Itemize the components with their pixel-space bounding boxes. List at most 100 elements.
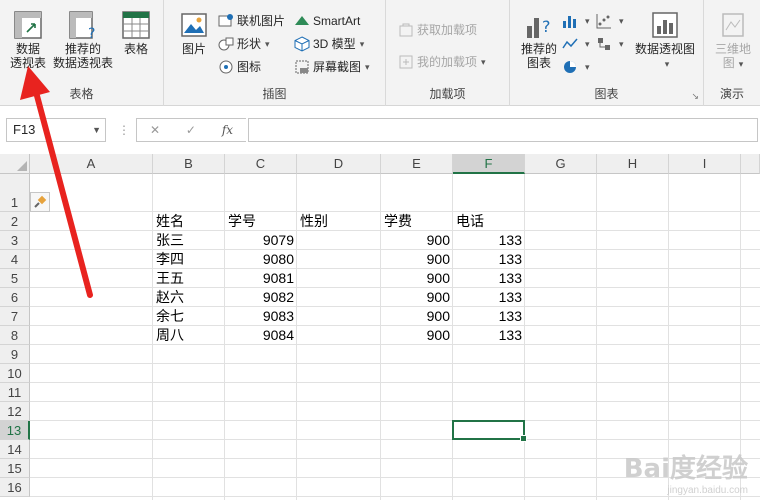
cell-value[interactable]: 900: [381, 307, 453, 326]
pivot-chart-button[interactable]: 数据透视图 ▾: [632, 10, 698, 71]
formula-bar-grip-icon[interactable]: ⋮: [118, 123, 130, 137]
column-header-a[interactable]: A: [30, 154, 153, 174]
pivot-table-button[interactable]: 数据 透视表: [8, 10, 48, 70]
cell-text[interactable]: 姓名: [153, 212, 225, 231]
pie-chart-icon: [564, 61, 576, 73]
cell-value[interactable]: 133: [453, 269, 525, 288]
selected-cell-border[interactable]: [452, 420, 527, 442]
column-header-i[interactable]: I: [669, 154, 741, 174]
cell-value[interactable]: 9082: [225, 288, 297, 307]
online-picture-icon: [218, 14, 233, 27]
icons-icon: [219, 60, 233, 74]
hierarchy-chart-button[interactable]: ▾: [596, 34, 624, 54]
column-header-g[interactable]: G: [525, 154, 597, 174]
recommended-pivot-icon: ?: [69, 11, 95, 40]
scatter-chart-button[interactable]: ▾: [596, 11, 624, 31]
row-header-6[interactable]: 6: [0, 288, 30, 307]
cell-value[interactable]: 900: [381, 288, 453, 307]
name-box[interactable]: F13 ▼: [6, 118, 106, 142]
recommended-pivot-button[interactable]: ? 推荐的 数据透视表: [50, 10, 116, 70]
pivot-chart-label: 数据透视图: [634, 42, 695, 56]
cell-value[interactable]: 900: [381, 326, 453, 345]
line-chart-icon: [562, 38, 578, 49]
row-header-16[interactable]: 16: [0, 478, 30, 497]
pictures-button[interactable]: 图片: [176, 10, 212, 56]
smartart-button[interactable]: SmartArt: [294, 11, 360, 31]
bar-chart-button[interactable]: ▾: [562, 11, 590, 31]
chevron-down-icon: ▾: [664, 59, 670, 69]
icons-button[interactable]: 图标: [218, 57, 261, 77]
row-header-9[interactable]: 9: [0, 345, 30, 364]
chevron-down-icon[interactable]: ▼: [92, 119, 101, 141]
recommended-charts-button[interactable]: ? 推荐的 图表: [518, 10, 560, 70]
my-addins-button[interactable]: 我的加载项 ▾: [398, 52, 486, 72]
cell-text[interactable]: 李四: [153, 250, 225, 269]
formula-input[interactable]: [248, 118, 758, 142]
online-pictures-button[interactable]: 联机图片: [218, 11, 285, 31]
cell-text[interactable]: 张三: [153, 231, 225, 250]
column-header-h[interactable]: H: [597, 154, 669, 174]
cell-text[interactable]: 赵六: [153, 288, 225, 307]
cell-text[interactable]: 学号: [225, 212, 297, 231]
row-header-5[interactable]: 5: [0, 269, 30, 288]
cell-text[interactable]: 余七: [153, 307, 225, 326]
table-button[interactable]: 表格: [118, 10, 154, 56]
line-chart-button[interactable]: ▾: [562, 34, 590, 54]
row-header-3[interactable]: 3: [0, 231, 30, 250]
cancel-icon[interactable]: ✕: [150, 123, 160, 137]
row-header-2[interactable]: 2: [0, 212, 30, 231]
column-header-d[interactable]: D: [297, 154, 381, 174]
column-header-c[interactable]: C: [225, 154, 297, 174]
row-header-11[interactable]: 11: [0, 383, 30, 402]
cell-value[interactable]: 900: [381, 231, 453, 250]
screenshot-button[interactable]: 屏幕截图 ▾: [294, 57, 370, 77]
column-header-e[interactable]: E: [381, 154, 453, 174]
hierarchy-chart-icon: [598, 38, 610, 50]
row-header-14[interactable]: 14: [0, 440, 30, 459]
cell-text[interactable]: 周八: [153, 326, 225, 345]
cell-text[interactable]: 学费: [381, 212, 453, 231]
row-header-15[interactable]: 15: [0, 459, 30, 478]
pie-chart-button[interactable]: ▾: [562, 57, 590, 77]
row-header-10[interactable]: 10: [0, 364, 30, 383]
cell-value[interactable]: 9079: [225, 231, 297, 250]
cell-text[interactable]: 性别: [297, 212, 381, 231]
addins-icon: [399, 55, 413, 69]
cell-value[interactable]: 900: [381, 250, 453, 269]
recommended-pivot-label-2: 数据透视表: [52, 56, 113, 70]
cell-value[interactable]: 133: [453, 231, 525, 250]
get-addins-button[interactable]: 获取加载项: [398, 20, 477, 40]
dialog-launcher-icon[interactable]: ↘: [691, 91, 699, 102]
recommended-charts-label-1: 推荐的: [520, 42, 557, 56]
cell-value[interactable]: 9084: [225, 326, 297, 345]
cell-value[interactable]: 9081: [225, 269, 297, 288]
row-header-7[interactable]: 7: [0, 307, 30, 326]
shapes-button[interactable]: 形状 ▾: [218, 34, 270, 54]
paste-options-icon[interactable]: [30, 192, 50, 212]
row-header-13[interactable]: 13: [0, 421, 30, 440]
select-all-button[interactable]: [0, 154, 30, 174]
cell-value[interactable]: 9080: [225, 250, 297, 269]
3d-map-button[interactable]: 三维地 图 ▾: [712, 10, 754, 71]
enter-icon[interactable]: ✓: [186, 123, 196, 137]
cell-value[interactable]: 133: [453, 250, 525, 269]
cell-text[interactable]: 电话: [453, 212, 525, 231]
row-header-12[interactable]: 12: [0, 402, 30, 421]
3d-model-button[interactable]: 3D 模型 ▾: [294, 34, 364, 54]
column-header-b[interactable]: B: [153, 154, 225, 174]
row-header-1[interactable]: 1: [0, 174, 30, 212]
insert-function-icon[interactable]: fx: [222, 123, 233, 137]
cell-value[interactable]: 133: [453, 288, 525, 307]
cell-value[interactable]: 133: [453, 326, 525, 345]
row-header-8[interactable]: 8: [0, 326, 30, 345]
chevron-down-icon: ▾: [359, 39, 365, 49]
cell-value[interactable]: 900: [381, 269, 453, 288]
cell-value[interactable]: 133: [453, 307, 525, 326]
addins-group-label: 加载项: [429, 87, 466, 101]
cell-text[interactable]: 王五: [153, 269, 225, 288]
cell-value[interactable]: 9083: [225, 307, 297, 326]
pivot-chart-icon: [652, 12, 678, 38]
chevron-down-icon: ▾: [619, 16, 624, 26]
column-header-f[interactable]: F: [453, 154, 525, 174]
row-header-4[interactable]: 4: [0, 250, 30, 269]
